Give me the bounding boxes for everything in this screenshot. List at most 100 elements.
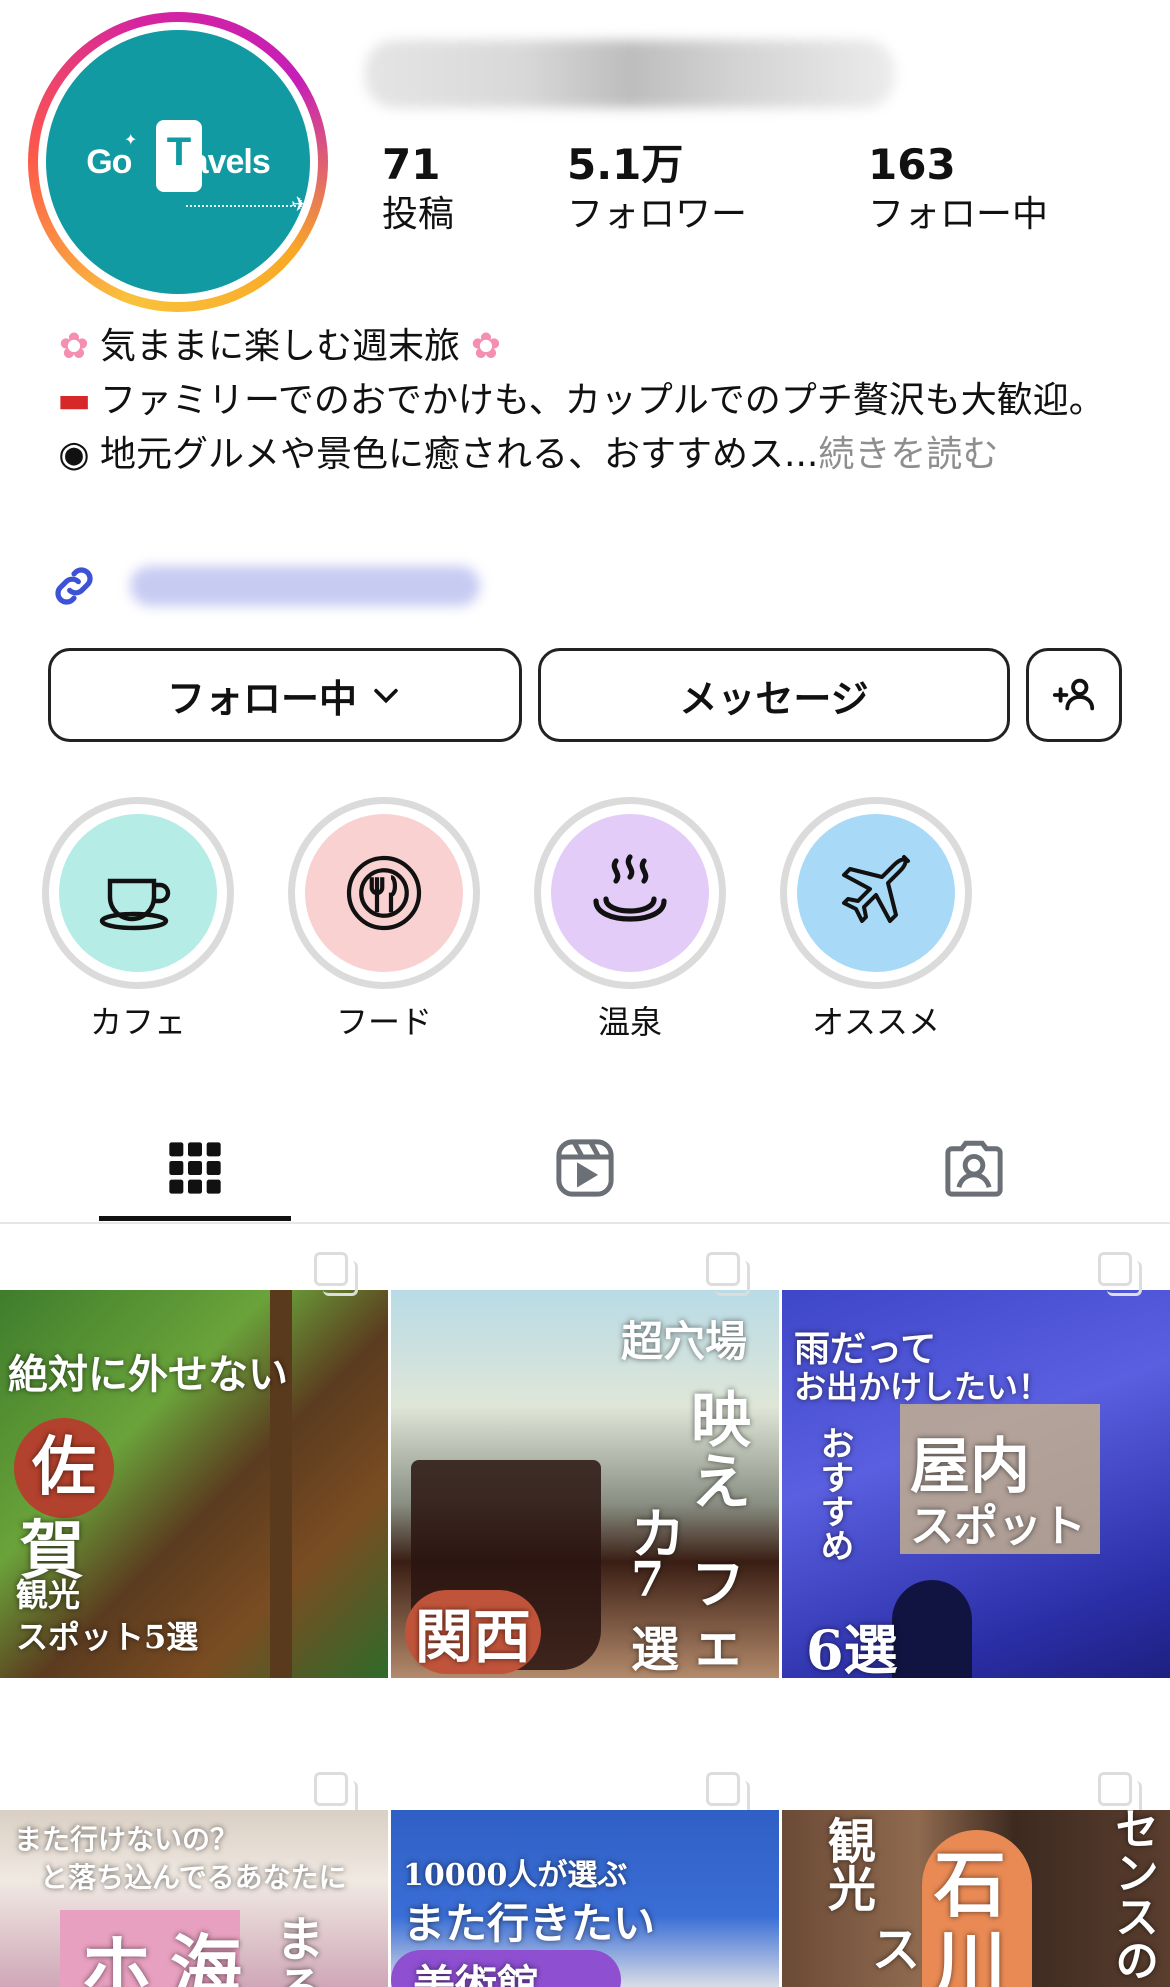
bio-link[interactable] (48, 556, 480, 616)
chevron-down-icon (374, 688, 398, 704)
add-person-icon (1052, 678, 1095, 711)
plate-cutlery-icon (346, 855, 422, 931)
following-button-label: フォロー中 (166, 676, 357, 721)
post-text: 6選 (806, 1618, 898, 1678)
highlight-cover (551, 814, 709, 972)
plane-icon: ✈ (291, 192, 308, 216)
highlight-recommend[interactable]: オススメ (780, 797, 972, 1041)
avatar: ✦ T Go ravels ✈ (46, 30, 310, 294)
highlight-cover (59, 814, 217, 972)
profile-avatar-ring[interactable]: ✦ T Go ravels ✈ (28, 12, 328, 312)
username-blurred (365, 40, 895, 108)
message-button[interactable]: メッセージ (538, 648, 1010, 742)
post-text: 海 (170, 1926, 243, 1987)
stat-posts-label: 投稿 (382, 194, 455, 235)
post-text: と落ち込んでるあなたに (40, 1861, 347, 1894)
tab-posts-grid[interactable] (99, 1112, 291, 1224)
bio-line-2: ▬ ファミリーでのおでかけも、カップルでのプチ贅沢も大歓迎。 (48, 374, 1138, 428)
post-text: 7 (631, 1552, 665, 1608)
logo-letter-t: T (166, 130, 192, 174)
post-tile[interactable]: また行けないの？ と落ち込んでるあなたに ホ 海 ま る (0, 1810, 388, 1987)
post-text: 絶対に外せない (8, 1351, 288, 1398)
stat-posts[interactable]: 71 投稿 (382, 140, 454, 240)
post-text: 関西 (405, 1590, 542, 1674)
post-text: おすすめ (814, 1426, 854, 1562)
cherry-blossom-icon: ✿ (58, 326, 90, 367)
post-tile[interactable]: 絶対に外せない 佐 賀 観光 スポット5選 (0, 1290, 388, 1678)
highlight-ring (534, 797, 726, 989)
read-more-link[interactable]: 続きを読む (818, 434, 998, 475)
car-icon: ▬ (56, 380, 91, 421)
bio-line-3-text: 地元グルメや景色に癒される、おすすめス... (100, 434, 819, 475)
reels-icon (556, 1139, 614, 1197)
post-text: 観光 (16, 1576, 81, 1614)
frying-pan-icon: ◉ (58, 434, 90, 475)
bio-line-3: ◉ 地元グルメや景色に癒される、おすすめス...続きを読む (48, 428, 1138, 482)
highlight-label: フード (335, 1003, 432, 1041)
bio-line-1: ✿ 気ままに楽しむ週末旅 ✿ (48, 320, 1138, 374)
post-text: 観光 (819, 1816, 875, 1912)
bio-line-1-text: 気ままに楽しむ週末旅 (100, 326, 461, 367)
stat-followers-label: フォロワー (567, 194, 748, 235)
stat-following-label: フォロー中 (868, 194, 1049, 235)
post-text: また行きたい (403, 1899, 656, 1948)
tab-tagged[interactable] (878, 1112, 1070, 1224)
carousel-icon (706, 1772, 750, 1816)
coffee-cup-icon (99, 878, 171, 931)
post-text: ェ (691, 1612, 745, 1676)
highlight-food[interactable]: フード (288, 797, 480, 1041)
highlight-ring (42, 797, 234, 989)
post-tile[interactable]: 超穴場 映 え カ フ ェ 7 選 関西 (391, 1290, 779, 1678)
post-text: ホ (80, 1926, 153, 1987)
highlight-cover (797, 814, 955, 972)
stat-followers[interactable]: 5.1万 フォロワー (567, 140, 747, 240)
post-text: る (276, 1950, 324, 1987)
following-button[interactable]: フォロー中 (48, 648, 522, 742)
active-tab-indicator (99, 1216, 291, 1221)
post-text: 10000人が選ぶ (403, 1858, 628, 1893)
hot-spring-icon (593, 854, 667, 922)
grid-icon (169, 1142, 221, 1194)
post-text: スポット5選 (16, 1618, 199, 1656)
carousel-icon (1098, 1772, 1142, 1816)
airplane-icon (842, 855, 910, 923)
post-decor (892, 1580, 972, 1678)
carousel-icon (314, 1772, 358, 1816)
highlight-cover (305, 814, 463, 972)
link-icon (55, 567, 93, 605)
stat-following[interactable]: 163 フォロー中 (868, 140, 1048, 240)
highlight-label: 温泉 (597, 1003, 662, 1041)
tagged-icon (945, 1140, 1003, 1197)
highlight-ring (288, 797, 480, 989)
link-url-blurred (130, 566, 480, 606)
tab-reels[interactable] (489, 1112, 681, 1224)
post-text: 超穴場 (621, 1317, 748, 1366)
suggest-users-button[interactable] (1026, 648, 1122, 742)
cherry-blossom-icon: ✿ (470, 326, 502, 367)
profile-tabs (0, 1112, 1170, 1224)
post-text: センスの (1107, 1810, 1158, 1982)
post-tile[interactable]: 観光 ス 石 川 センスの (782, 1810, 1170, 1987)
logo-dotted-line (186, 205, 296, 207)
post-tile[interactable]: 10000人が選ぶ また行きたい 美術館 (391, 1810, 779, 1987)
avatar-inner: ✦ T Go ravels ✈ (38, 22, 318, 302)
stat-following-value: 163 (868, 140, 956, 189)
post-tile[interactable]: 雨だって お出かけしたい！ 屋内 スポット おすすめ 6選 (782, 1290, 1170, 1678)
post-text: また行けないの？ (14, 1823, 239, 1856)
post-text: 美術館 (413, 1961, 540, 1987)
highlight-cafe[interactable]: カフェ (42, 797, 234, 1041)
post-text: お出かけしたい！ (794, 1368, 1051, 1406)
post-text: 川 (934, 1922, 1007, 1987)
carousel-icon (1098, 1252, 1142, 1296)
carousel-icon (314, 1252, 358, 1296)
highlight-ring (780, 797, 972, 989)
message-button-label: メッセージ (679, 676, 869, 721)
highlight-onsen[interactable]: 温泉 (534, 797, 726, 1041)
highlight-label: カフェ (89, 1003, 186, 1041)
post-text: ス (872, 1922, 921, 1978)
post-text: 選 (631, 1622, 680, 1678)
post-text: え (691, 1448, 751, 1518)
bio-line-2-text: ファミリーでのおでかけも、カップルでのプチ贅沢も大歓迎。 (100, 380, 1105, 421)
stat-followers-value: 5.1万 (567, 140, 684, 189)
carousel-icon (706, 1252, 750, 1296)
